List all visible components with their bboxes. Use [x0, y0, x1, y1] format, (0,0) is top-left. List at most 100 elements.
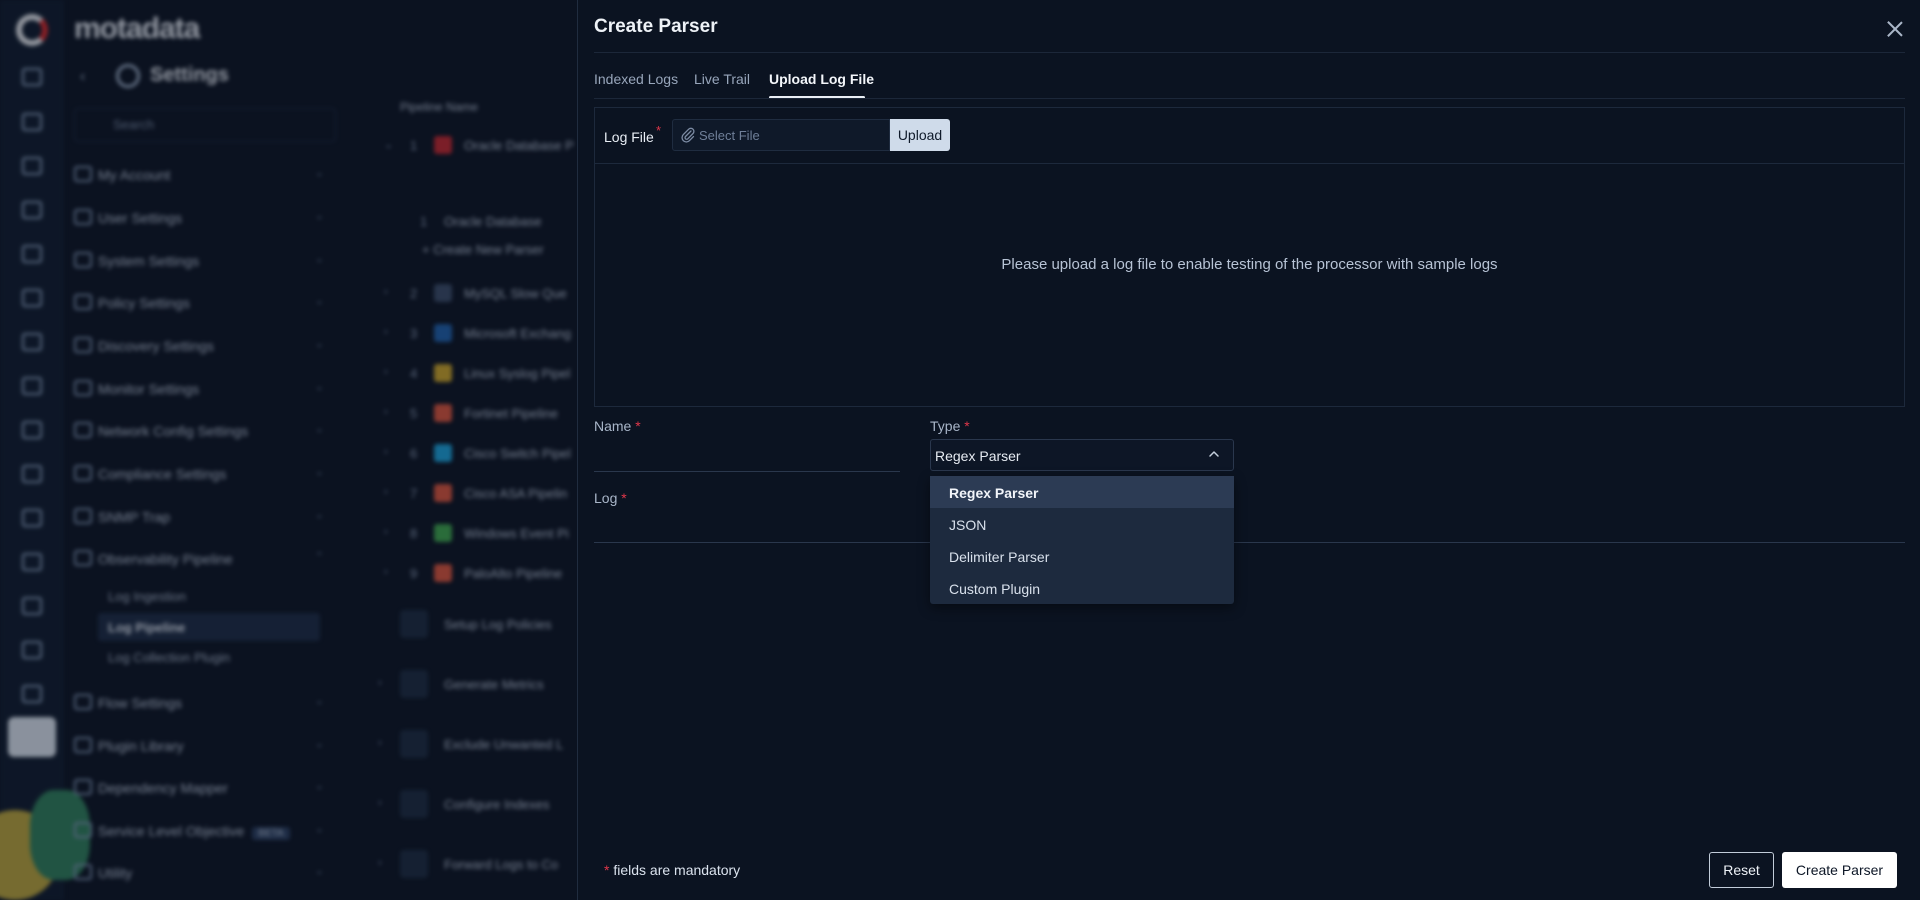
back-icon[interactable]: ‹	[80, 68, 85, 86]
create-parser-button[interactable]: Create Parser	[1782, 852, 1897, 888]
analytics-icon[interactable]	[22, 421, 42, 439]
nav-system-settings[interactable]: System Settings ⌄	[74, 248, 324, 276]
pipeline-row[interactable]: › 2 MySQL Slow Que	[360, 282, 580, 308]
ai-icon[interactable]	[22, 641, 42, 659]
pipeline-row[interactable]: ⌄ 1 Oracle Database P	[360, 134, 580, 160]
topology-icon[interactable]	[22, 289, 42, 307]
name-input[interactable]	[594, 471, 900, 472]
chevron-up-icon	[1209, 451, 1219, 457]
step-row[interactable]: Setup Log Policies	[360, 610, 580, 638]
type-select[interactable]: Regex Parser	[930, 439, 1234, 471]
type-label: Type *	[930, 418, 970, 434]
pipeline-row[interactable]: › 5 Fortinet Pipeline	[360, 402, 580, 428]
step-row[interactable]: › Configure Indexes	[360, 790, 580, 818]
log-label: Log *	[594, 490, 627, 506]
log-file-label: Log File	[604, 129, 654, 145]
pipeline-row[interactable]: › 7 Cisco ASA Pipelin	[360, 482, 580, 508]
divider	[594, 98, 1905, 99]
motadata-logo-icon	[16, 14, 48, 46]
pipeline-row[interactable]: › 3 Microsoft Exchang	[360, 322, 580, 348]
nav-service-level-objective[interactable]: Service Level Objective BETA ⌄	[74, 818, 324, 846]
tab-upload-log-file[interactable]: Upload Log File	[769, 71, 874, 87]
nav-plugin-library[interactable]: Plugin Library ⌄	[74, 733, 324, 761]
nav-observability-pipeline[interactable]: Observability Pipeline ⌃	[74, 546, 324, 574]
nav-my-account[interactable]: My Account ⌄	[74, 162, 324, 190]
nav-item-icon	[74, 294, 92, 310]
brand-logo: motadata	[74, 12, 200, 45]
flow-icon[interactable]	[22, 377, 42, 395]
network-icon[interactable]	[22, 333, 42, 351]
select-file-placeholder: Select File	[699, 128, 760, 143]
nav-item-icon	[74, 465, 92, 481]
pipeline-row[interactable]: › 8 Windows Event Pi	[360, 522, 580, 548]
type-option-custom-plugin[interactable]: Custom Plugin	[930, 572, 1234, 604]
nav-item-icon	[74, 252, 92, 268]
report-icon[interactable]	[22, 465, 42, 483]
nav-dependency-mapper[interactable]: Dependency Mapper ⌄	[74, 775, 324, 803]
inventory-icon[interactable]	[22, 245, 42, 263]
nav-item-icon	[74, 822, 92, 838]
audit-icon[interactable]	[22, 685, 42, 703]
type-option-delimiter-parser[interactable]: Delimiter Parser	[930, 540, 1234, 572]
nav-item-icon	[74, 209, 92, 225]
pipeline-row[interactable]: › 9 PaloAlto Pipeline	[360, 562, 580, 588]
nav-compliance-settings[interactable]: Compliance Settings ⌄	[74, 461, 324, 489]
nav-policy-settings[interactable]: Policy Settings ⌄	[74, 290, 324, 318]
gear-icon	[116, 64, 140, 88]
trap-icon[interactable]	[22, 553, 42, 571]
step-row[interactable]: › Forward Logs to Co	[360, 850, 580, 878]
nav-snmp-trap[interactable]: SNMP Trap ⌄	[74, 504, 324, 532]
sub-nav-log-ingestion[interactable]: Log Ingestion	[108, 589, 186, 604]
paperclip-icon	[681, 127, 695, 143]
settings-rail-icon[interactable]	[8, 717, 56, 757]
monitor-icon[interactable]	[22, 113, 42, 131]
apm-icon[interactable]	[22, 597, 42, 615]
nav-flow-settings[interactable]: Flow Settings ⌄	[74, 690, 324, 718]
type-option-json[interactable]: JSON	[930, 508, 1234, 540]
tab-live-trail[interactable]: Live Trail	[694, 71, 750, 87]
divider	[594, 52, 1905, 53]
nav-item-icon	[74, 779, 92, 795]
type-dropdown-menu: Regex Parser JSON Delimiter Parser Custo…	[930, 476, 1234, 604]
pipeline-row[interactable]: › 4 Linux Syslog Pipel	[360, 362, 580, 388]
required-mark: *	[656, 123, 662, 138]
icon-rail	[0, 0, 90, 900]
nav-item-icon	[74, 694, 92, 710]
type-selected-value: Regex Parser	[935, 448, 1021, 464]
nav-network-config-settings[interactable]: Network Config Settings ⌄	[74, 418, 324, 446]
nav-item-icon	[74, 166, 92, 182]
log-icon[interactable]	[22, 509, 42, 527]
upload-panel: Log File * Select File Upload Please upl…	[594, 107, 1905, 407]
select-file-input[interactable]: Select File	[672, 119, 890, 151]
drawer-title: Create Parser	[594, 16, 718, 37]
nav-item-icon	[74, 380, 92, 396]
dashboard-icon[interactable]	[22, 68, 42, 86]
type-option-regex-parser[interactable]: Regex Parser	[930, 476, 1234, 508]
upload-button[interactable]: Upload	[890, 119, 950, 151]
nav-item-icon	[74, 550, 92, 566]
nav-utility[interactable]: Utility ⌄	[74, 860, 324, 888]
metrics-icon[interactable]	[22, 201, 42, 219]
create-parser-drawer: Create Parser Indexed Logs Live Trail Up…	[577, 0, 1920, 900]
upload-panel-header: Log File * Select File Upload	[595, 108, 1904, 164]
close-icon[interactable]	[1884, 18, 1906, 40]
alert-icon[interactable]	[22, 157, 42, 175]
nav-item-icon	[74, 864, 92, 880]
name-label: Name *	[594, 418, 641, 434]
mandatory-note: * fields are mandatory	[604, 862, 741, 878]
nav-user-settings[interactable]: User Settings ⌄	[74, 205, 324, 233]
nav-monitor-settings[interactable]: Monitor Settings ⌄	[74, 376, 324, 404]
empty-state-message: Please upload a log file to enable testi…	[1001, 256, 1498, 273]
step-row[interactable]: › Exclude Unwanted L	[360, 730, 580, 758]
nav-discovery-settings[interactable]: Discovery Settings ⌄	[74, 333, 324, 361]
pipeline-row[interactable]: › 6 Cisco Switch Pipel	[360, 442, 580, 468]
reset-button[interactable]: Reset	[1709, 852, 1774, 888]
nav-item-icon	[74, 508, 92, 524]
step-row[interactable]: › Generate Metrics	[360, 670, 580, 698]
log-input[interactable]	[594, 542, 1905, 543]
pipeline-list: Pipeline Name ⌄ 1 Oracle Database P 1 Oracl…	[360, 90, 580, 890]
sub-nav-log-pipeline[interactable]: Log Pipeline	[98, 613, 320, 641]
settings-search-input[interactable]: Search	[74, 108, 336, 142]
sub-nav-log-collection-plugin[interactable]: Log Collection Plugin	[108, 650, 230, 665]
tab-indexed-logs[interactable]: Indexed Logs	[594, 71, 678, 87]
